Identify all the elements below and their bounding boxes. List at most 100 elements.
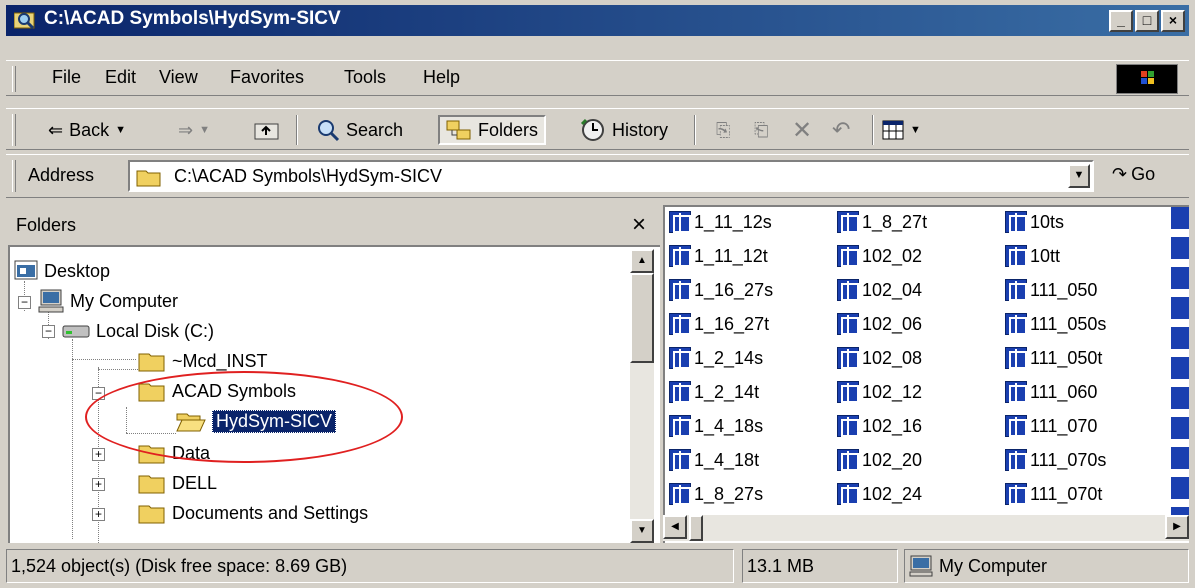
title-bar[interactable]: C:\ACAD Symbols\HydSym-SICV _ □ × xyxy=(6,5,1189,36)
forward-button[interactable]: ⇒ ▼ xyxy=(178,115,210,145)
folders-pane-close-button[interactable]: × xyxy=(632,211,646,239)
file-item[interactable]: 111_070t xyxy=(1005,481,1102,507)
scroll-up-button[interactable]: ▲ xyxy=(630,249,654,273)
cad-file-icon xyxy=(669,415,691,437)
expand-toggle[interactable]: + xyxy=(92,448,105,461)
folders-button[interactable]: Folders xyxy=(438,115,547,145)
file-item[interactable]: 1_4_18s xyxy=(669,413,763,439)
file-item[interactable]: 1_2_14t xyxy=(669,379,759,405)
scroll-thumb[interactable] xyxy=(630,273,654,363)
up-folder-button[interactable] xyxy=(254,115,280,145)
forward-dropdown-icon[interactable]: ▼ xyxy=(199,124,210,136)
maximize-button[interactable]: □ xyxy=(1135,10,1159,32)
window-title: C:\ACAD Symbols\HydSym-SICV xyxy=(44,8,341,29)
file-item[interactable]: 1_16_27t xyxy=(669,311,769,337)
file-item[interactable]: 111_050t xyxy=(1005,345,1102,371)
expand-toggle[interactable]: + xyxy=(92,508,105,521)
address-value: C:\ACAD Symbols\HydSym-SICV xyxy=(174,166,443,186)
file-list-horizontal-scrollbar[interactable]: ◀ ▶ xyxy=(663,515,1189,541)
menu-view[interactable]: View xyxy=(159,67,198,88)
file-item[interactable]: 10ts xyxy=(1005,209,1064,235)
scroll-down-button[interactable]: ▼ xyxy=(630,519,654,543)
tree-node-my-computer[interactable]: My Computer xyxy=(38,287,178,315)
file-item[interactable]: 111_050s xyxy=(1005,311,1106,337)
file-item[interactable]: 102_20 xyxy=(837,447,922,473)
tree-node-dell[interactable]: DELL xyxy=(138,469,217,497)
cad-file-icon xyxy=(837,279,859,301)
history-button[interactable]: History xyxy=(580,115,668,145)
cad-file-icon xyxy=(669,483,691,505)
tree-node-label: DELL xyxy=(172,472,218,493)
tree-node-local-disk[interactable]: Local Disk (C:) xyxy=(62,317,214,345)
tree-node-label: Local Disk (C:) xyxy=(96,320,215,341)
undo-button[interactable]: ↶ xyxy=(832,115,850,145)
move-to-button[interactable]: ⎘ xyxy=(716,115,730,145)
file-item[interactable]: 102_16 xyxy=(837,413,922,439)
address-dropdown-button[interactable]: ▼ xyxy=(1068,164,1090,188)
go-button[interactable]: ↷ Go xyxy=(1112,164,1155,185)
tree-node-documents-and-settings[interactable]: Documents and Settings xyxy=(138,499,368,527)
delete-button[interactable]: ✕ xyxy=(792,115,812,145)
menu-favorites[interactable]: Favorites xyxy=(230,67,304,88)
file-item[interactable]: 111_070s xyxy=(1005,447,1106,473)
file-name: 111_060 xyxy=(1030,381,1098,402)
file-item[interactable]: 1_4_18t xyxy=(669,447,759,473)
scroll-right-button[interactable]: ▶ xyxy=(1165,515,1189,539)
file-item[interactable]: 102_12 xyxy=(837,379,922,405)
cad-file-icon xyxy=(669,245,691,267)
file-item[interactable]: 102_04 xyxy=(837,277,922,303)
file-item[interactable]: 111_070 xyxy=(1005,413,1097,439)
menu-help[interactable]: Help xyxy=(423,67,460,88)
cad-file-icon xyxy=(1005,381,1027,403)
file-item[interactable]: 1_8_27t xyxy=(837,209,927,235)
cad-file-icon xyxy=(1005,415,1027,437)
scroll-thumb[interactable] xyxy=(689,515,703,541)
minimize-button[interactable]: _ xyxy=(1109,10,1133,32)
folder-tree-vertical-scrollbar[interactable]: ▲ ▼ xyxy=(630,249,654,543)
file-item[interactable]: 1_11_12t xyxy=(669,243,768,269)
file-item[interactable]: 10tt xyxy=(1005,243,1060,269)
file-item[interactable]: 102_06 xyxy=(837,311,922,337)
menu-edit[interactable]: Edit xyxy=(105,67,136,88)
file-item[interactable]: 1_8_27s xyxy=(669,481,763,507)
file-name: 102_16 xyxy=(862,415,923,436)
menu-tools[interactable]: Tools xyxy=(344,67,386,88)
back-dropdown-icon[interactable]: ▼ xyxy=(115,124,126,136)
toolbar-separator xyxy=(694,115,696,145)
cad-file-icon xyxy=(837,313,859,335)
file-item[interactable]: 1_11_12s xyxy=(669,209,772,235)
tree-node-desktop[interactable]: Desktop xyxy=(14,257,110,285)
collapse-toggle[interactable]: − xyxy=(42,325,55,338)
close-button[interactable]: × xyxy=(1161,10,1185,32)
search-button[interactable]: Search xyxy=(316,115,403,145)
file-item[interactable]: 111_050 xyxy=(1005,277,1097,303)
cad-file-icon xyxy=(837,347,859,369)
cad-file-icon xyxy=(669,381,691,403)
scroll-left-button[interactable]: ◀ xyxy=(663,515,687,539)
views-dropdown-icon[interactable]: ▼ xyxy=(910,124,921,136)
addressbar-grip[interactable] xyxy=(12,160,16,192)
file-item[interactable]: 102_24 xyxy=(837,481,922,507)
file-item[interactable]: 102_02 xyxy=(837,243,922,269)
views-button[interactable]: ▼ xyxy=(882,115,921,145)
toolbar-grip[interactable] xyxy=(12,114,16,146)
file-name: 1_11_12s xyxy=(694,211,772,232)
address-input[interactable]: C:\ACAD Symbols\HydSym-SICV ▼ xyxy=(128,160,1094,192)
address-label: Address xyxy=(28,165,95,185)
folders-pane-title: Folders xyxy=(16,215,77,235)
collapse-toggle[interactable]: − xyxy=(18,296,31,309)
copy-to-button[interactable]: ⎗ xyxy=(754,115,768,145)
expand-toggle[interactable]: + xyxy=(92,478,105,491)
cad-file-icon xyxy=(837,449,859,471)
toolbar-separator xyxy=(296,115,298,145)
back-button[interactable]: ⇐ Back ▼ xyxy=(48,115,126,145)
file-name: 1_2_14s xyxy=(694,347,764,368)
cad-file-icon xyxy=(669,279,691,301)
menu-file[interactable]: File xyxy=(52,67,81,88)
folders-icon xyxy=(446,120,471,140)
file-item[interactable]: 102_08 xyxy=(837,345,922,371)
file-item[interactable]: 111_060 xyxy=(1005,379,1097,405)
menubar-grip[interactable] xyxy=(12,66,16,92)
file-item[interactable]: 1_16_27s xyxy=(669,277,773,303)
file-item[interactable]: 1_2_14s xyxy=(669,345,763,371)
